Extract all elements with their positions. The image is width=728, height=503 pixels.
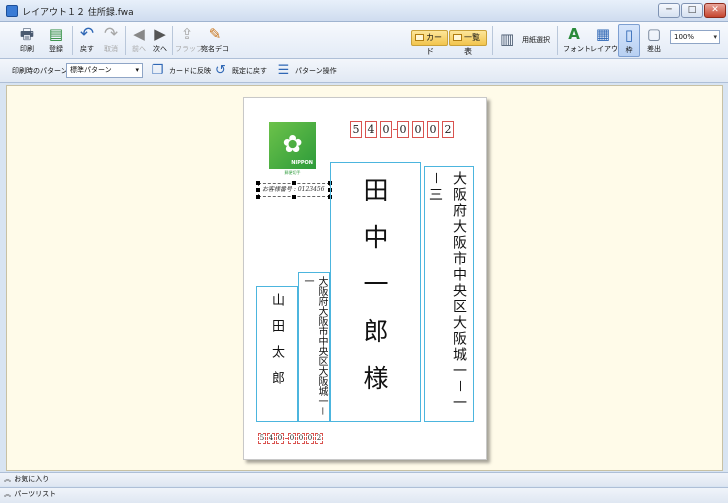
card-stack-icon: ❐ [151,63,164,78]
toolbar-separator [492,26,493,55]
sender-name-frame[interactable]: 山田太郎 [256,286,298,422]
pattern-ops-button[interactable]: ☰ パターン操作 [273,61,337,81]
triangle-right-icon: ▶ [154,25,166,43]
sender-zip-digit[interactable]: 0 [306,433,314,444]
flap-icon: ⇪ [180,25,194,43]
list-icon [453,34,462,41]
recipient-zip-digit[interactable]: 0 [412,121,424,138]
stamp-brand: NIPPON [291,160,313,166]
flower-icon: ✿ [282,130,303,158]
pattern-select[interactable]: 標準パターン ▾ [66,63,143,78]
zoom-select[interactable]: 100% ▾ [670,30,720,44]
sender-address-frame[interactable]: 大阪府大阪市中央区大阪城一－一 [298,272,330,422]
recipient-zip-digit[interactable]: 0 [427,121,439,138]
next-button[interactable]: ▶ 次へ [150,24,170,57]
address-deco-button[interactable]: ✎ 宛名デコ [201,24,229,57]
workspace: 5 4 0 0 0 0 2 ✿ NIPPON 郵便切手 お客様番号 : 0123… [6,85,723,471]
printer-icon: 🖶 [19,25,35,43]
chevron-up-icon: ︽ [4,490,11,498]
chevron-down-icon: ▾ [135,66,139,74]
parts-list-panel-toggle[interactable]: ︽ パーツリスト [0,487,728,503]
frame-icon: ▯ [624,26,634,44]
sender-zip-digit[interactable]: 4 [267,433,275,444]
tab-list[interactable]: 一覧表 [449,30,487,56]
revert-default-button[interactable]: ↺ 既定に戻す [210,61,267,81]
toolbar-separator [125,26,126,55]
app-icon [6,5,18,17]
postage-stamp: ✿ NIPPON 郵便切手 [269,122,316,176]
frame-button[interactable]: ▯ 枠 [618,24,640,57]
recipient-address-frame[interactable]: 大阪府大阪市中央区大阪城一－一－三 [424,166,474,422]
resize-handle[interactable] [256,188,260,192]
undo-icon: ↶ [79,24,95,44]
recipient-name-frame[interactable]: 田中一郎様 [330,162,421,422]
resize-handle[interactable] [256,195,260,199]
pattern-label: 印刷時のパターン [12,67,68,75]
resize-handle[interactable] [256,181,260,185]
sender-button[interactable]: ▢ 差出 [643,24,665,57]
sender-zip-digit[interactable]: 0 [288,433,296,444]
redo-button[interactable]: ↷ 取消 [100,24,122,57]
triangle-left-icon: ◀ [133,25,145,43]
recipient-zip-digit[interactable]: 0 [397,121,409,138]
flap-button[interactable]: ⇪ フラップ [175,24,203,57]
stamp-image: ✿ NIPPON [269,122,316,169]
font-icon: A [568,25,580,43]
register-icon: ▤ [48,25,64,43]
card-icon [415,34,424,41]
toolbar-separator [557,26,558,55]
favorites-panel-toggle[interactable]: ︽ お気に入り [0,472,728,486]
revert-icon: ↺ [215,63,226,78]
recipient-zip-digit[interactable]: 5 [350,121,362,138]
maximize-button[interactable]: □ [681,3,703,18]
resize-handle[interactable] [292,181,296,185]
layout-button[interactable]: ▦ レイアウト [590,24,625,57]
undo-button[interactable]: ↶ 戻す [76,24,98,57]
paper-select-button[interactable]: ▥ 用紙選択 [500,24,554,57]
apply-to-card-button[interactable]: ❐ カードに反映 [147,61,211,81]
stamp-caption: 郵便切手 [284,170,301,175]
minimize-button[interactable]: ─ [658,3,680,18]
main-toolbar: 🖶 印刷 ▤ 登録 ↶ 戻す ↷ 取消 ◀ 前へ ▶ 次へ ⇪ フラップ ✎ 宛… [0,22,728,59]
redo-icon: ↷ [103,24,119,44]
chevron-down-icon: ▾ [713,33,717,41]
title-bar: レイアウト１２ 住所録.fwa ─ □ ✕ [0,0,728,22]
sender-zip-digit[interactable]: 0 [276,433,284,444]
recipient-zip-digit[interactable]: 0 [380,121,392,138]
print-button[interactable]: 🖶 印刷 [14,24,40,57]
tab-card[interactable]: カード [411,30,448,56]
recipient-zip-digit[interactable]: 2 [442,121,454,138]
deco-icon: ✎ [208,25,222,43]
toolbar-separator [172,26,173,55]
font-button[interactable]: A フォント [563,24,591,57]
paper-icon: ▥ [500,30,515,48]
toolbar-separator [72,26,73,55]
postcard[interactable]: 5 4 0 0 0 0 2 ✿ NIPPON 郵便切手 お客様番号 : 0123… [243,97,487,460]
sender-zip-digit[interactable]: 5 [258,433,266,444]
pattern-bar: 印刷時のパターン 標準パターン ▾ ❐ カードに反映 ↺ 既定に戻す ☰ パター… [0,59,728,83]
chevron-up-icon: ︽ [4,475,11,483]
close-button[interactable]: ✕ [704,3,726,18]
pattern-ops-icon: ☰ [277,63,290,78]
window-title: レイアウト１２ 住所録.fwa [22,8,134,18]
sender-zip-digit[interactable]: 0 [297,433,305,444]
prev-button[interactable]: ◀ 前へ [129,24,149,57]
resize-handle[interactable] [292,195,296,199]
sender-zip-digit[interactable]: 2 [315,433,323,444]
register-button[interactable]: ▤ 登録 [43,24,69,57]
sender-icon: ▢ [646,25,662,43]
layout-icon: ▦ [595,25,611,43]
recipient-zip-digit[interactable]: 4 [365,121,377,138]
